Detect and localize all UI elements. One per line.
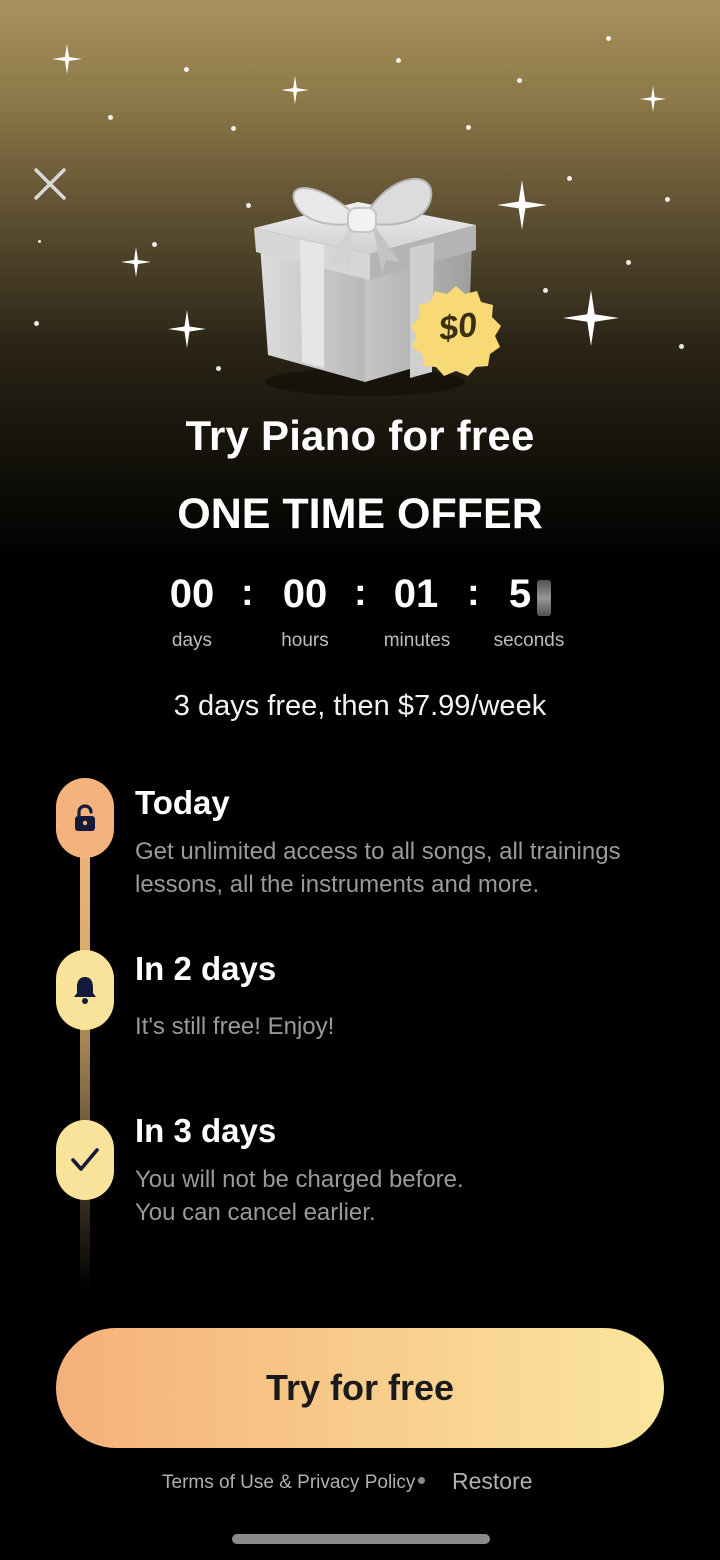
star-dot [567,176,572,181]
step-title-today: Today [135,784,230,821]
star-dot [152,242,157,247]
star-dot [606,36,611,41]
home-indicator[interactable] [232,1534,490,1544]
star-dot [231,126,236,131]
label-minutes: minutes [383,630,451,651]
star-dot [626,260,631,265]
countdown-separator: : [241,572,254,614]
bell-icon [74,977,96,1004]
step-desc-3days: You will not be charged before. You can … [135,1166,464,1226]
step-title-2days: In 2 days [135,950,277,987]
page-title: Try Piano for free [185,412,535,459]
footer-separator-dot [418,1477,425,1484]
sparkle-icon [52,44,82,74]
star-dot [466,125,471,130]
star-dot [517,78,522,83]
restore-link[interactable]: Restore [452,1468,533,1495]
star-dot [108,115,113,120]
star-dot [543,288,548,293]
star-dot [665,197,670,202]
timeline-track [80,830,90,1290]
timeline-node-3days [56,1120,114,1200]
rolling-digit [537,580,551,616]
check-icon [71,1148,99,1171]
star-dot [679,344,684,349]
countdown-minutes: 01 [393,572,439,616]
step-desc-today: Get unlimited access to all songs, all t… [135,838,621,898]
try-for-free-button[interactable]: Try for free [56,1328,664,1448]
paywall-screen: $0 Try Piano for free ONE TIME OFFER 00 … [0,0,720,1560]
sparkle-icon [281,76,309,104]
lock-open-icon [75,804,95,831]
sparkle-icon [563,290,619,346]
countdown-days: 00 [169,572,215,616]
countdown-hours: 00 [282,572,328,616]
timeline-node-today [56,778,114,858]
star-dot [396,58,401,63]
star-dot [38,240,41,243]
label-seconds: seconds [493,630,565,651]
footer-links: Terms of Use & Privacy Policy Restore [0,1468,720,1498]
offer-subtitle: ONE TIME OFFER [177,490,543,538]
label-days: days [171,630,213,651]
star-dot [184,67,189,72]
label-hours: hours [281,630,329,651]
star-dot [216,366,221,371]
close-icon[interactable] [30,164,70,204]
star-dot [34,321,39,326]
countdown-timer: 00 : 00 : 01 : 5 days hours minutes seco… [0,572,720,662]
terms-privacy-link[interactable]: Terms of Use & Privacy Policy [162,1472,415,1494]
step-desc-2days: It's still free! Enjoy! [135,1013,335,1040]
sparkle-icon [168,310,206,348]
gift-box-illustration [254,177,501,396]
countdown-seconds: 5 [508,572,532,616]
pricing-text: 3 days free, then $7.99/week [173,690,547,722]
step-title-3days: In 3 days [135,1112,277,1149]
sparkle-icon [640,86,666,112]
sparkle-icon [121,247,151,277]
countdown-separator: : [354,572,367,614]
timeline-node-2days [56,950,114,1030]
